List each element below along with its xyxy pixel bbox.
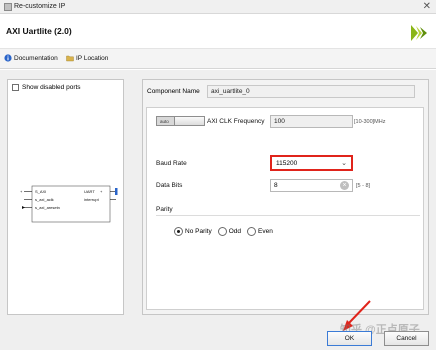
parity-option-odd[interactable]: Odd [217,227,242,236]
parity-radio-group: No Parity Odd Even [174,227,279,236]
show-disabled-ports-label: Show disabled ports [22,84,81,91]
radio-button[interactable] [174,227,183,236]
info-icon [4,54,12,62]
folder-icon [66,55,74,62]
documentation-menu[interactable]: Documentation [4,54,58,62]
parity-divider [156,215,420,216]
auto-label: auto [160,119,169,124]
component-name-label: Component Name [147,88,200,95]
parity-option-label: No Parity [185,228,212,235]
config-panel: Component Name axi_uartlite_0 auto AXI C… [142,79,429,315]
show-disabled-ports-checkbox[interactable] [12,84,19,91]
documentation-label: Documentation [14,54,58,62]
ip-symbol: + S_AXI s_axi_aclk s_axi_aresetn UART + … [20,185,118,223]
parity-option-none[interactable]: No Parity [174,227,212,236]
data-bits-range: [5 - 8] [356,183,371,189]
ip-location-label: IP Location [76,54,109,62]
port-s-axi-plus: + [20,189,23,194]
ip-header: AXI Uartlite (2.0) [0,14,436,49]
symbol-panel: Show disabled ports + S_AXI s_axi_aclk s… [7,79,124,315]
close-icon[interactable]: ✕ [423,1,431,12]
radio-button[interactable] [217,227,227,236]
ip-location-button[interactable]: IP Location [66,54,108,62]
parity-option-label: Even [258,228,273,235]
radio-button[interactable] [247,227,257,236]
parity-option-label: Odd [228,228,242,235]
chevron-down-icon[interactable]: ⌄ [341,159,347,167]
parity-label: Parity [156,206,173,213]
port-interrupt: interrupt [84,197,100,202]
ok-button[interactable]: OK [327,331,372,346]
clk-frequency-range: [10-300]MHz [354,119,386,125]
cancel-button[interactable]: Cancel [384,331,429,346]
show-disabled-ports-row[interactable]: Show disabled ports [12,84,81,91]
parity-option-even[interactable]: Even [247,227,273,236]
data-bits-label: Data Bits [156,182,183,189]
auto-toggle[interactable]: auto [156,116,205,126]
ip-title: AXI Uartlite (2.0) [6,26,72,36]
app-icon [4,3,12,11]
clk-frequency-label: AXI CLK Frequency [207,118,265,125]
port-s-axi: S_AXI [35,189,46,194]
window-titlebar: Re-customize IP ✕ [0,0,436,14]
vivado-logo-icon [411,25,427,41]
data-bits-value: 8 [274,182,278,189]
clear-icon[interactable]: × [340,181,349,190]
component-name-field[interactable]: axi_uartlite_0 [207,85,415,98]
port-s-axi-aclk: s_axi_aclk [35,197,54,202]
clk-frequency-field[interactable]: 100 [270,115,353,128]
window-title: Re-customize IP [14,3,66,10]
toolbar: Documentation IP Location [0,49,436,69]
port-s-axi-aresetn: s_axi_aresetn [35,205,60,210]
baud-rate-label: Baud Rate [156,160,187,167]
baud-rate-value: 115200 [276,160,298,167]
port-uart: UART [84,189,95,194]
settings-panel: auto AXI CLK Frequency 100 [10-300]MHz B… [146,107,424,310]
baud-rate-select[interactable]: 115200 ⌄ [270,155,353,171]
